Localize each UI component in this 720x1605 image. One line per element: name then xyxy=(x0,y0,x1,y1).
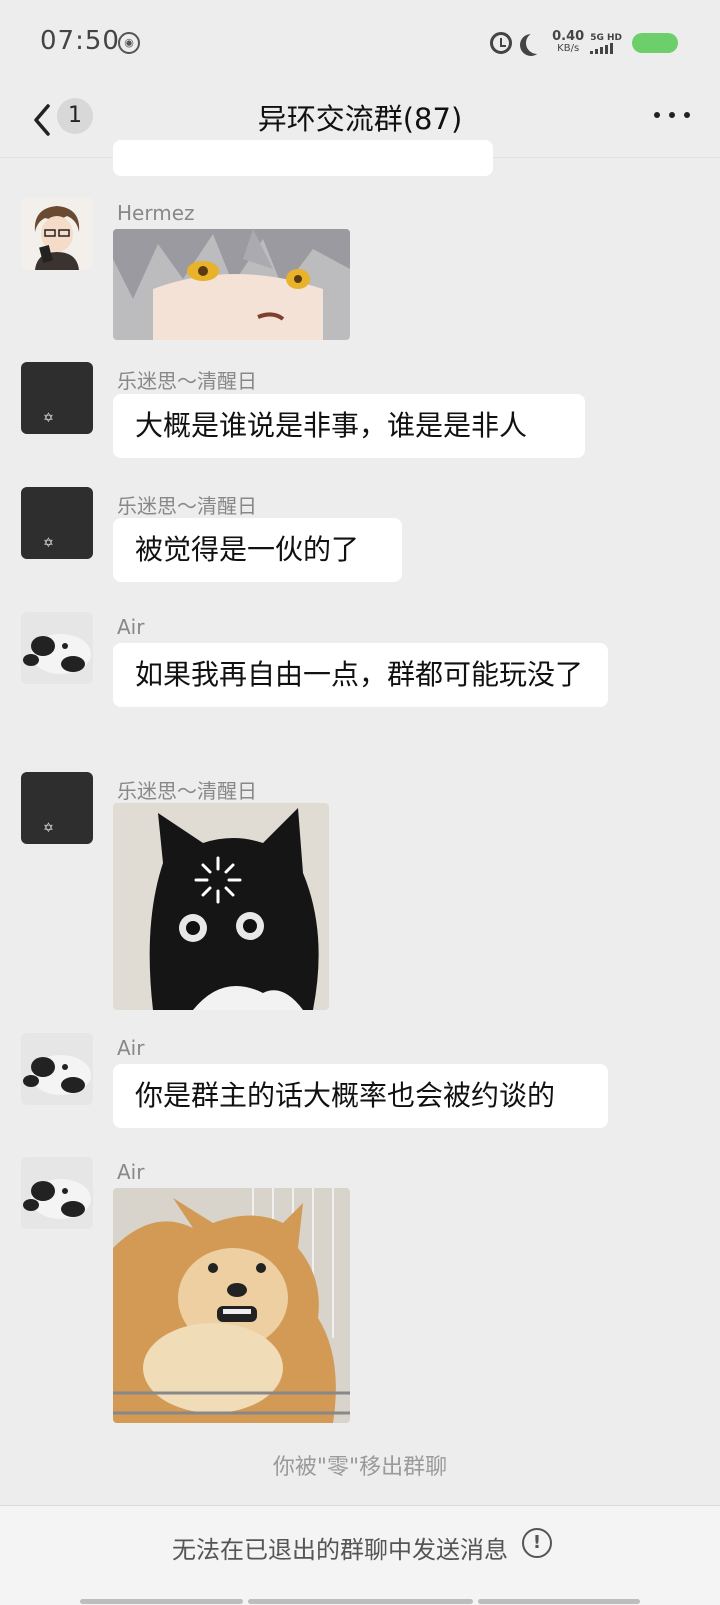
avatar[interactable]: ✡ xyxy=(21,487,93,559)
message-bubble[interactable]: 如果我再自由一点，群都可能玩没了 xyxy=(113,643,608,707)
more-options-icon[interactable] xyxy=(654,112,690,120)
scroll-indicator xyxy=(80,1599,243,1604)
status-bar: 07:50 ◉ 0.40 KB/s 5G HD xyxy=(0,0,720,84)
loading-cat-sticker[interactable] xyxy=(113,803,329,1010)
anime-girl-sticker[interactable] xyxy=(113,229,350,340)
footer-notice: 无法在已退出的群聊中发送消息 xyxy=(172,1536,508,1564)
message-bubble[interactable]: 大概是谁说是非事，谁是是非人 xyxy=(113,394,585,458)
sender-name: Air xyxy=(117,615,145,639)
shiba-dog-sticker[interactable] xyxy=(113,1188,350,1423)
avatar[interactable] xyxy=(21,612,93,684)
network-speed-value: 0.40 xyxy=(552,29,585,44)
partial-message-bubble xyxy=(113,140,493,176)
avatar[interactable] xyxy=(21,1033,93,1105)
battery-icon xyxy=(632,33,678,53)
avatar[interactable]: ✡ xyxy=(21,772,93,844)
sender-name: Air xyxy=(117,1036,145,1060)
avatar[interactable] xyxy=(21,198,93,270)
status-time: 07:50 xyxy=(40,26,120,56)
scroll-indicator xyxy=(248,1599,473,1604)
signal-icon: 5G HD xyxy=(590,33,622,54)
sender-name: 乐迷思～清醒日 xyxy=(117,369,257,393)
sender-name: Air xyxy=(117,1160,145,1184)
avatar[interactable]: ✡ xyxy=(21,362,93,434)
sender-name: 乐迷思～清醒日 xyxy=(117,779,257,803)
status-icons: 0.40 KB/s 5G HD xyxy=(490,28,678,58)
star-icon: ✡ xyxy=(43,536,54,551)
star-icon: ✡ xyxy=(43,821,54,836)
signal-label: 5G HD xyxy=(590,32,622,43)
network-speed-unit: KB/s xyxy=(557,43,580,54)
do-not-disturb-icon xyxy=(526,32,548,54)
scroll-indicator xyxy=(478,1599,640,1604)
chat-title: 异环交流群(87) xyxy=(257,102,463,136)
info-icon[interactable]: ! xyxy=(522,1528,552,1558)
alarm-icon xyxy=(490,32,513,54)
star-icon: ✡ xyxy=(43,411,54,426)
input-disabled-footer: 无法在已退出的群聊中发送消息 ! xyxy=(0,1505,720,1605)
system-notice: 你被"零"移出群聊 xyxy=(272,1455,448,1480)
message-bubble[interactable]: 你是群主的话大概率也会被约谈的 xyxy=(113,1064,608,1128)
message-bubble[interactable]: 被觉得是一伙的了 xyxy=(113,518,402,582)
sender-name: Hermez xyxy=(117,201,195,225)
sender-name: 乐迷思～清醒日 xyxy=(117,494,257,518)
notification-badge-icon: ◉ xyxy=(118,32,140,54)
network-speed: 0.40 KB/s xyxy=(552,29,585,55)
avatar[interactable] xyxy=(21,1157,93,1229)
